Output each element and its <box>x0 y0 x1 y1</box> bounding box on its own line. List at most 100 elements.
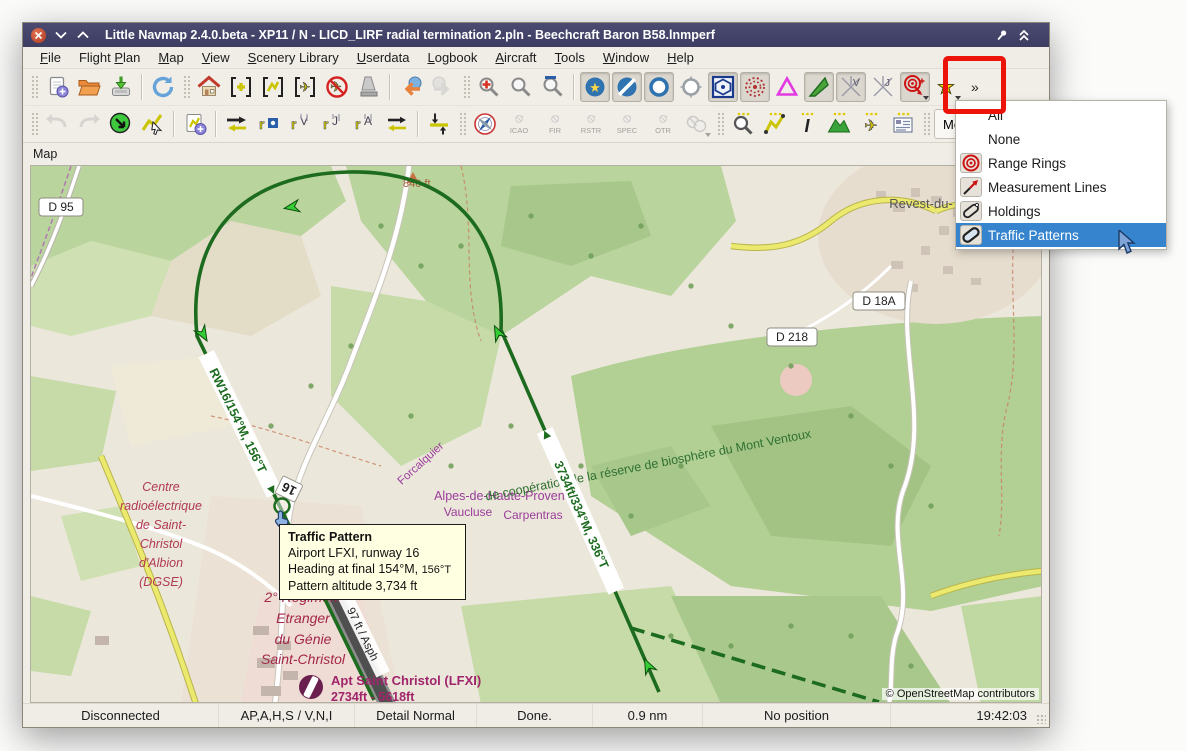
close-button[interactable] <box>31 28 46 43</box>
calc-direct-button[interactable] <box>222 109 252 139</box>
legend-dialog-button[interactable] <box>888 109 918 139</box>
status-segment-0: Disconnected <box>23 704 219 727</box>
airspace-online-button <box>682 109 712 139</box>
search-dialog-button[interactable] <box>728 109 758 139</box>
calc-victor-button[interactable]: rV <box>286 109 316 139</box>
show-flightplan-button[interactable] <box>258 72 288 102</box>
menu-flight-plan[interactable]: Flight Plan <box>70 48 149 67</box>
menu-window[interactable]: Window <box>594 48 658 67</box>
menu-item-measurement-lines[interactable]: Measurement Lines <box>956 175 1166 199</box>
fit-flightplan-icon <box>108 111 134 137</box>
main-window: Little Navmap 2.4.0.beta - XP11 / N - LI… <box>22 22 1050 728</box>
show-ils-button[interactable] <box>804 72 834 102</box>
svg-text:J: J <box>885 78 890 89</box>
toolbar-handle[interactable] <box>458 111 466 137</box>
menu-scenery-library[interactable]: Scenery Library <box>239 48 348 67</box>
unroll-icon[interactable] <box>1017 28 1031 42</box>
reverse-flightplan-button[interactable] <box>382 109 412 139</box>
show-victor-airways-button[interactable]: V <box>836 72 866 102</box>
resize-grip[interactable] <box>1036 714 1046 724</box>
adjust-altitude-button[interactable] <box>424 109 454 139</box>
menu-logbook[interactable]: Logbook <box>418 48 486 67</box>
menu-item-none[interactable]: None <box>956 127 1166 151</box>
zoom-out-button[interactable] <box>506 72 536 102</box>
maximize-button[interactable] <box>75 28 90 43</box>
information-dialog-button[interactable]: I <box>792 109 822 139</box>
user-features-menu: AllNoneRange RingsMeasurement LinesHoldi… <box>955 100 1167 250</box>
status-segment-2: Detail Normal <box>355 704 477 727</box>
range-rings-icon <box>961 153 981 173</box>
zoom-in-button[interactable] <box>474 72 504 102</box>
calc-jet-button[interactable]: rJ <box>318 109 348 139</box>
dropdown-arrow-icon <box>923 96 929 100</box>
svg-text:Etranger: Etranger <box>276 610 331 626</box>
menu-item-label: Measurement Lines <box>988 180 1107 195</box>
elevation-profile-dialog-button[interactable] <box>824 109 854 139</box>
zoom-last-button[interactable] <box>538 72 568 102</box>
toolbar-handle[interactable] <box>182 74 190 100</box>
toolbar-handle[interactable] <box>30 111 38 137</box>
aircraft-progress-dialog-button[interactable]: ✈ <box>856 109 886 139</box>
toolbar-handle[interactable] <box>922 111 930 137</box>
menu-file[interactable]: File <box>31 48 70 67</box>
show-waypoints-button[interactable] <box>772 72 802 102</box>
center-flightplan-button[interactable] <box>226 72 256 102</box>
airway-victor-icon: V <box>838 74 864 100</box>
center-aircraft-button[interactable]: ✈ <box>290 72 320 102</box>
flightplan-dialog-button[interactable] <box>760 109 790 139</box>
fit-flightplan-button[interactable] <box>106 109 136 139</box>
svg-text:✈: ✈ <box>300 80 311 95</box>
show-soft-airports-button[interactable] <box>612 72 642 102</box>
open-flightplan-button[interactable] <box>74 72 104 102</box>
show-vor-button[interactable] <box>708 72 738 102</box>
map-home-button[interactable] <box>194 72 224 102</box>
new-flightplan-button[interactable] <box>42 72 72 102</box>
menu-help[interactable]: Help <box>658 48 703 67</box>
compass-rose-button[interactable] <box>470 109 500 139</box>
toolbar-handle[interactable] <box>716 111 724 137</box>
menu-item-range-rings[interactable]: Range Rings <box>956 151 1166 175</box>
legend-dialog-icon <box>890 111 916 137</box>
refresh-icon <box>150 74 176 100</box>
airport-symbol[interactable] <box>299 675 323 699</box>
menu-view[interactable]: View <box>193 48 239 67</box>
region-label-3: Carpentras <box>503 508 562 522</box>
save-flightplan-button[interactable] <box>106 72 136 102</box>
toolbar-handle[interactable] <box>462 74 470 100</box>
show-empty-airports-button[interactable] <box>644 72 674 102</box>
close-icon <box>31 28 46 43</box>
calc-auto-button[interactable]: rA <box>350 109 380 139</box>
calc-victor-icon: rV <box>288 111 314 137</box>
svg-text:r: r <box>355 116 361 132</box>
reload-scenery-button[interactable] <box>148 72 178 102</box>
toolbar-handle[interactable] <box>30 74 38 100</box>
flightplan-dialog-icon <box>762 111 788 137</box>
menu-item-holdings[interactable]: Holdings <box>956 199 1166 223</box>
map-click-mode-button[interactable] <box>138 109 168 139</box>
airspace-icao-button: ICAO <box>502 108 536 140</box>
aircraft-centering-off-button[interactable]: ✈ <box>322 72 352 102</box>
map-back-button[interactable] <box>396 72 426 102</box>
show-hard-airports-button[interactable]: ★ <box>580 72 610 102</box>
save-flightplan-icon <box>108 74 134 100</box>
menu-item-label: None <box>988 132 1020 147</box>
show-jet-airways-button[interactable]: J <box>868 72 898 102</box>
menu-tools[interactable]: Tools <box>546 48 594 67</box>
show-approach-button[interactable] <box>354 72 384 102</box>
menu-map[interactable]: Map <box>149 48 192 67</box>
info-dialog-icon: I <box>794 111 820 137</box>
minimize-button[interactable] <box>53 28 68 43</box>
svg-text:de Saint-: de Saint- <box>136 518 186 532</box>
map-view[interactable]: 840 ft Revest-du- Alpes-de-Haute-Provenc… <box>30 165 1042 703</box>
menu-userdata[interactable]: Userdata <box>348 48 419 67</box>
undo-icon <box>44 111 70 137</box>
calc-radionav-button[interactable]: r <box>254 109 284 139</box>
pin-icon[interactable] <box>995 28 1009 42</box>
traffic-pattern-tooltip: Traffic Pattern Airport LFXI, runway 16 … <box>279 524 466 600</box>
add-flightplan-position-button[interactable] <box>180 109 210 139</box>
show-ndb-button[interactable] <box>740 72 770 102</box>
airport-name-label: Apt Saint Christol (LFXI) <box>331 673 481 688</box>
show-unmarked-airports-button[interactable] <box>676 72 706 102</box>
menu-aircraft[interactable]: Aircraft <box>486 48 545 67</box>
user-features-button[interactable] <box>900 72 930 102</box>
